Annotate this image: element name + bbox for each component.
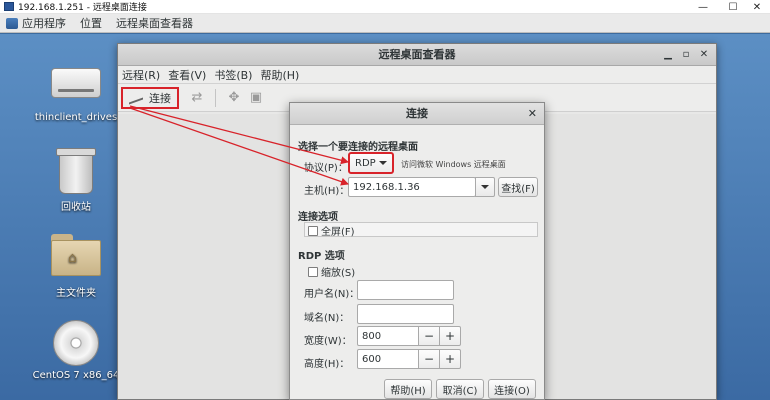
desktop-icon-label: CentOS 7 x86_64 [32, 370, 120, 381]
connect-plug-icon [129, 90, 143, 105]
screenshot-icon[interactable]: ▣ [246, 88, 266, 108]
host-dropdown-button[interactable] [475, 177, 495, 197]
section-rdp-options: RDP 选项 [298, 251, 345, 262]
fullscreen-label: 全屏(F) [321, 227, 355, 238]
scale-checkbox[interactable]: 缩放(S) [308, 264, 355, 279]
width-increment-button[interactable]: + [440, 326, 461, 346]
minimize-icon[interactable]: ▁ [660, 44, 676, 66]
dialog-title: 连接 [406, 107, 428, 120]
protocol-combo[interactable]: RDP [348, 152, 394, 174]
trash-icon [56, 148, 96, 194]
panel-menu-applications[interactable]: 应用程序 [22, 15, 66, 31]
height-decrement-button[interactable]: − [419, 349, 440, 369]
dialog-titlebar: 连接 ✕ [290, 103, 544, 125]
protocol-label: 协议(P)： [304, 163, 348, 174]
close-icon[interactable]: ✕ [742, 0, 770, 14]
fullscreen-icon[interactable]: ✥ [224, 88, 244, 108]
applications-icon [6, 17, 18, 29]
height-input[interactable]: 600 [357, 349, 419, 369]
drive-icon [51, 68, 101, 98]
panel-menu-remote-viewer[interactable]: 远程桌面查看器 [116, 15, 193, 31]
desktop-icon-drives[interactable]: thinclient_drives [28, 68, 124, 123]
menu-bookmarks[interactable]: 书签(B) [214, 67, 252, 83]
menu-view[interactable]: 查看(V) [168, 67, 206, 83]
desktop-icon-label: 回收站 [61, 202, 91, 213]
close-icon[interactable]: ✕ [528, 103, 537, 125]
find-button[interactable]: 查找(F) [498, 177, 538, 197]
home-folder-icon: ⌂ [51, 234, 101, 276]
width-decrement-button[interactable]: − [419, 326, 440, 346]
width-input[interactable]: 800 [357, 326, 419, 346]
desktop-icon-label: 主文件夹 [56, 288, 96, 299]
desktop-icon-centos[interactable]: CentOS 7 x86_64 [28, 320, 124, 381]
host-input[interactable]: 192.168.1.36 [348, 177, 476, 197]
height-spinner: 600 − + [357, 349, 461, 369]
toolbar-separator [215, 88, 216, 107]
section-connection-options: 连接选项 [298, 212, 338, 223]
disc-icon [53, 320, 99, 366]
help-button[interactable]: 帮助(H) [384, 379, 432, 399]
cancel-button[interactable]: 取消(C) [436, 379, 484, 399]
menu-remote[interactable]: 远程(R) [122, 67, 160, 83]
outer-titlebar: 192.168.1.251 - 远程桌面连接 — ☐ ✕ [0, 0, 770, 14]
maximize-icon[interactable]: ▫ [678, 44, 694, 66]
connect-dialog: 连接 ✕ 选择一个要连接的远程桌面 协议(P)： RDP 访问微软 Window… [289, 102, 545, 400]
minimize-icon[interactable]: — [688, 0, 718, 14]
section-remote-desktop: 选择一个要连接的远程桌面 [298, 142, 418, 153]
chevron-down-icon [379, 161, 387, 165]
top-panel: 应用程序 位置 远程桌面查看器 [0, 14, 770, 33]
domain-input[interactable] [357, 304, 454, 324]
chevron-down-icon [481, 185, 489, 189]
host-label: 主机(H)： [304, 186, 350, 197]
scale-label: 缩放(S) [321, 268, 356, 279]
height-label: 高度(H)： [304, 359, 350, 370]
remote-viewer-titlebar: 远程桌面查看器 ▁ ▫ ✕ [118, 44, 716, 66]
toolbar-connect-button[interactable]: 连接 [121, 86, 179, 109]
remote-viewer-title: 远程桌面查看器 [378, 48, 456, 61]
protocol-value: RDP [355, 157, 376, 169]
protocol-hint: 访问微软 Windows 远程桌面 [401, 160, 506, 169]
connect-button[interactable]: 连接(O) [488, 379, 536, 399]
username-label: 用户名(N)： [304, 289, 360, 300]
outer-window-title: 192.168.1.251 - 远程桌面连接 [18, 3, 147, 13]
checkbox-box [308, 225, 318, 236]
close-icon[interactable]: ✕ [696, 44, 712, 66]
toolbar-connect-label: 连接 [149, 91, 171, 105]
width-label: 宽度(W)： [304, 336, 352, 347]
app-icon [4, 2, 14, 11]
desktop-icon-home[interactable]: ⌂ 主文件夹 [28, 234, 124, 299]
menubar: 远程(R) 查看(V) 书签(B) 帮助(H) [118, 66, 716, 84]
host-value: 192.168.1.36 [353, 181, 420, 193]
username-input[interactable] [357, 280, 454, 300]
height-increment-button[interactable]: + [440, 349, 461, 369]
menu-help[interactable]: 帮助(H) [260, 67, 299, 83]
panel-menu-places[interactable]: 位置 [80, 15, 102, 31]
desktop-icon-trash[interactable]: 回收站 [28, 148, 124, 213]
checkbox-box [308, 266, 318, 277]
desktop-icon-label: thinclient_drives [34, 112, 118, 123]
fullscreen-checkbox[interactable]: 全屏(F) [308, 223, 355, 238]
width-spinner: 800 − + [357, 326, 461, 346]
send-keys-icon[interactable]: ⇄ [187, 88, 207, 108]
domain-label: 域名(N)： [304, 313, 350, 324]
